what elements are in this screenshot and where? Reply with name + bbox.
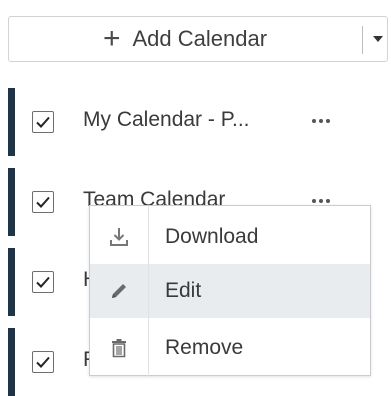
menu-item-label: Download: [165, 225, 259, 248]
calendar-color-bar: [8, 328, 15, 396]
trash-icon: [90, 321, 148, 375]
menu-item-label: Remove: [165, 336, 244, 359]
menu-item-label: Edit: [165, 279, 202, 302]
plus-icon: +: [102, 22, 121, 55]
calendar-checkbox[interactable]: [32, 271, 54, 293]
add-calendar-button[interactable]: + Add Calendar: [9, 17, 361, 61]
checkmark-icon: [36, 196, 50, 208]
add-calendar-dropdown-toggle[interactable]: [367, 17, 389, 61]
calendar-checkbox[interactable]: [32, 351, 54, 373]
checkmark-icon: [36, 276, 50, 288]
calendar-color-bar: [8, 88, 15, 156]
calendar-name: My Calendar - P...: [83, 108, 250, 131]
add-calendar-label: Add Calendar: [132, 26, 268, 51]
menu-item-remove[interactable]: Remove: [90, 321, 370, 375]
calendar-color-bar: [8, 248, 15, 316]
split-divider: [362, 26, 363, 54]
calendar-checkbox[interactable]: [32, 191, 54, 213]
add-calendar-split-button: + Add Calendar: [8, 16, 388, 62]
download-icon: [90, 210, 148, 264]
menu-icon-separator: [148, 206, 149, 377]
calendar-row: My Calendar - P...: [0, 88, 391, 156]
calendar-context-menu: Download Edit Remove: [89, 205, 371, 377]
menu-item-edit[interactable]: Edit: [90, 264, 370, 318]
caret-down-icon: [373, 36, 383, 42]
more-options-icon[interactable]: [306, 108, 336, 134]
calendar-color-bar: [8, 168, 15, 236]
calendar-checkbox[interactable]: [32, 111, 54, 133]
pencil-icon: [90, 264, 148, 318]
checkmark-icon: [36, 356, 50, 368]
menu-item-download[interactable]: Download: [90, 210, 370, 264]
checkmark-icon: [36, 116, 50, 128]
